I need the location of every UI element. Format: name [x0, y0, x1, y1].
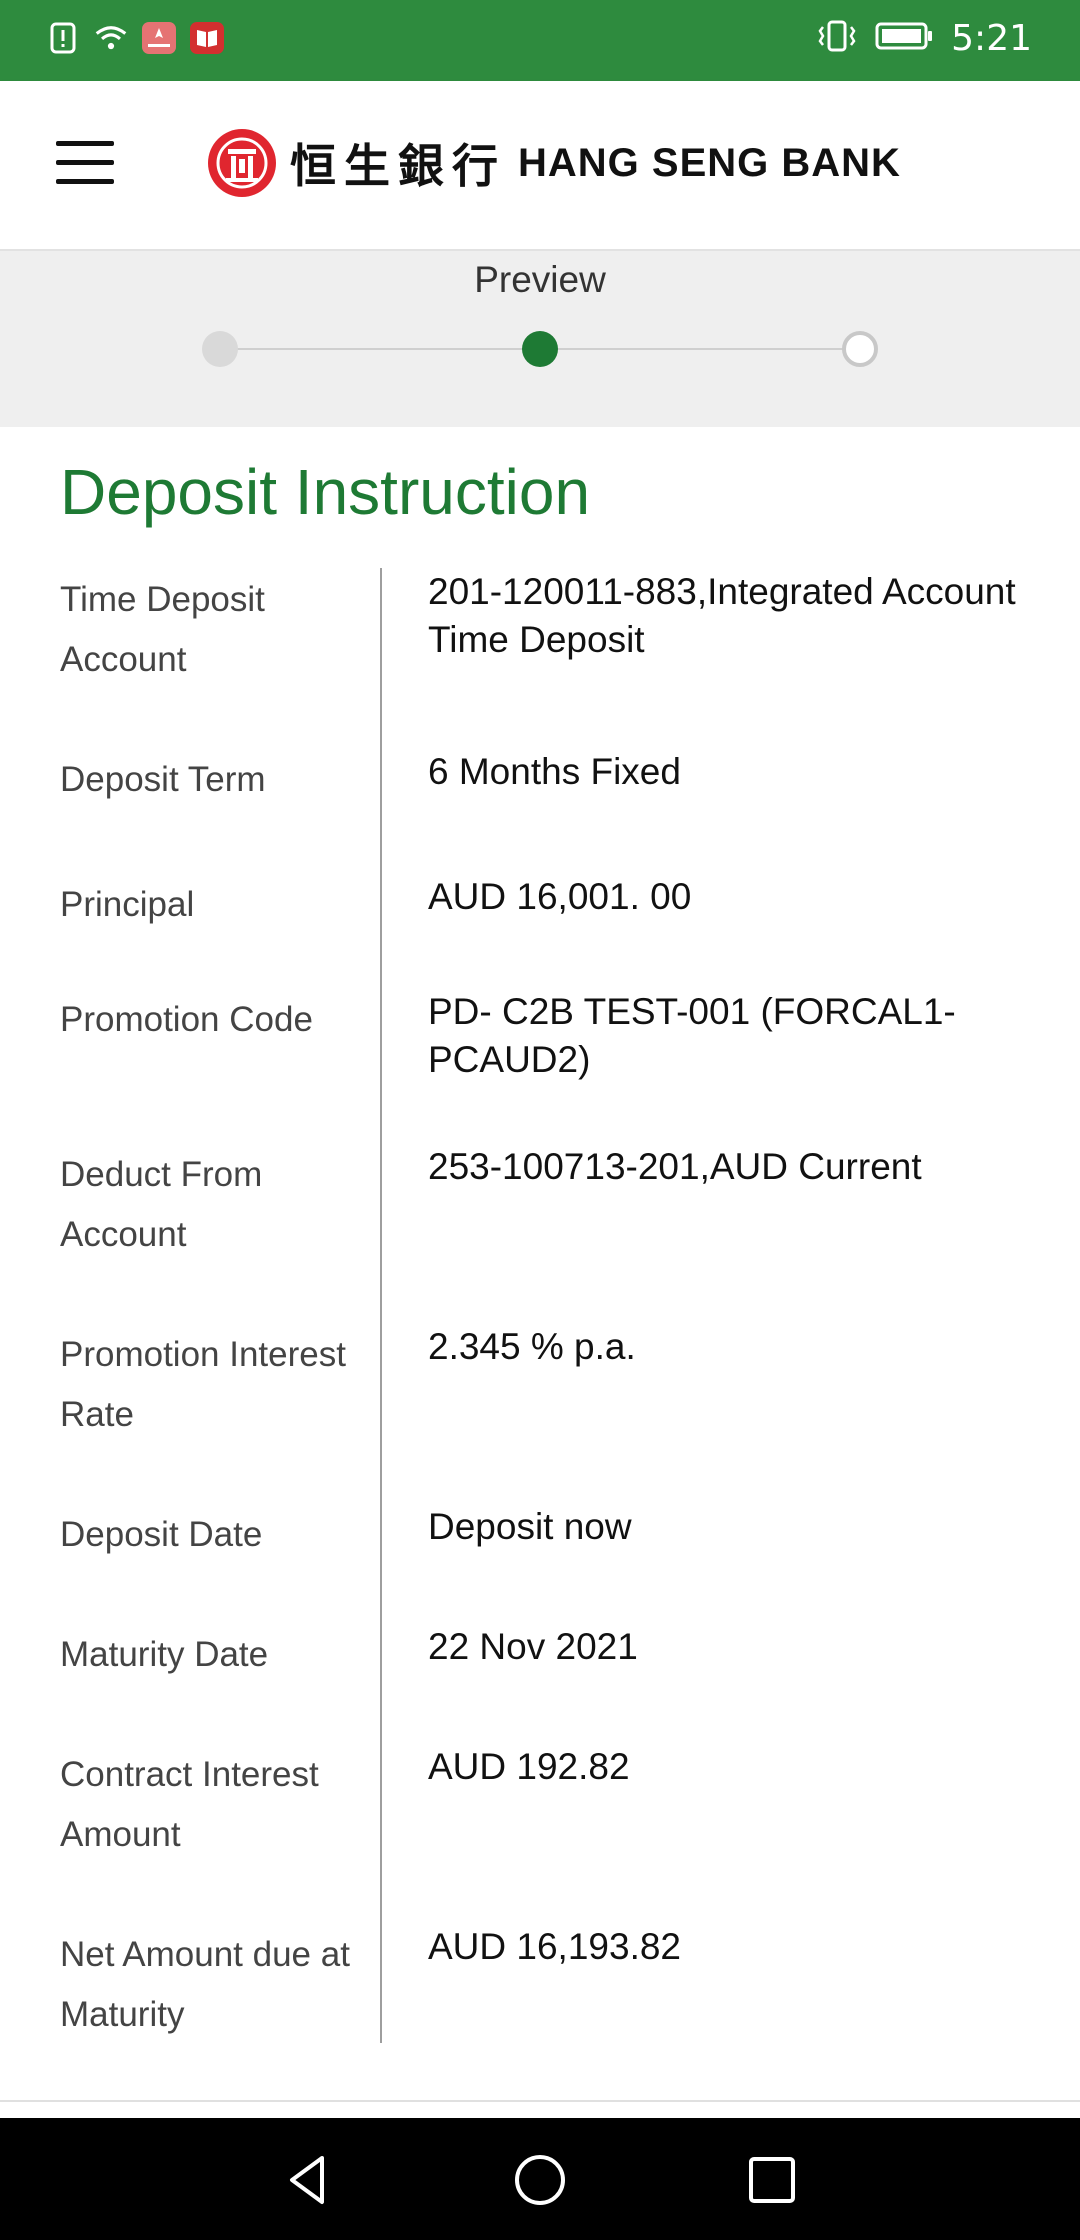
detail-value: 201-120011-883,Integrated Account Time D… — [428, 571, 1016, 660]
logo-chinese-text: 恒生銀行 — [290, 139, 506, 193]
back-icon[interactable] — [276, 2148, 340, 2212]
status-bar: 5:21 — [0, 0, 1080, 81]
detail-value: PD- C2B TEST-001 (FORCAL1-PCAUD2) — [428, 991, 956, 1080]
detail-label: Net Amount due at Maturity — [60, 1935, 350, 2034]
huawei-icon — [142, 20, 176, 56]
recents-icon[interactable] — [740, 2148, 804, 2212]
detail-value: AUD 192.82 — [428, 1746, 630, 1787]
app-header: 恒生銀行 HANG SENG BANK — [0, 81, 1080, 251]
logo-english-text: HANG SENG BANK — [518, 140, 901, 185]
step-2-dot-active — [522, 331, 558, 367]
progress-stepper: Preview — [0, 251, 1080, 427]
hamburger-icon — [56, 141, 114, 146]
section-title: Deposit Instruction — [60, 456, 591, 528]
status-time: 5:21 — [951, 18, 1032, 59]
step-1-dot — [202, 331, 238, 367]
detail-value: 6 Months Fixed — [428, 751, 681, 792]
status-right-icons: 5:21 — [817, 18, 1032, 59]
detail-label: Time Deposit Account — [60, 580, 265, 679]
detail-label: Deposit Date — [60, 1515, 263, 1554]
detail-label: Contract Interest Amount — [60, 1755, 319, 1854]
home-icon[interactable] — [508, 2148, 572, 2212]
detail-label: Promotion Interest Rate — [60, 1335, 346, 1434]
step-title: Preview — [474, 259, 606, 300]
wifi-icon — [94, 20, 128, 56]
vibrate-icon — [817, 19, 857, 58]
bank-logo: 恒生銀行 HANG SENG BANK — [206, 127, 901, 199]
detail-label: Maturity Date — [60, 1635, 269, 1674]
column-divider — [380, 568, 382, 2043]
detail-value: 253-100713-201,AUD Current — [428, 1146, 922, 1187]
status-left-icons — [46, 20, 224, 56]
detail-value: 2.345 % p.a. — [428, 1326, 636, 1367]
detail-value: AUD 16,001. 00 — [428, 876, 692, 917]
detail-value: Deposit now — [428, 1506, 632, 1547]
detail-label: Deposit Term — [60, 760, 266, 799]
book-icon — [190, 20, 224, 56]
detail-value: AUD 16,193.82 — [428, 1926, 682, 1967]
detail-value: 22 Nov 2021 — [428, 1626, 638, 1667]
battery-icon — [875, 21, 933, 56]
step-3-dot — [842, 331, 878, 367]
alert-icon — [46, 20, 80, 56]
detail-label: Deduct From Account — [60, 1155, 263, 1254]
menu-button[interactable] — [56, 141, 114, 185]
hang-seng-logo-icon — [206, 127, 278, 199]
hamburger-line — [56, 160, 114, 165]
detail-label: Promotion Code — [60, 1000, 313, 1039]
bottom-divider — [0, 2100, 1080, 2102]
hamburger-line — [56, 179, 114, 184]
system-nav-bar — [0, 2118, 1080, 2240]
detail-label: Principal — [60, 885, 195, 924]
